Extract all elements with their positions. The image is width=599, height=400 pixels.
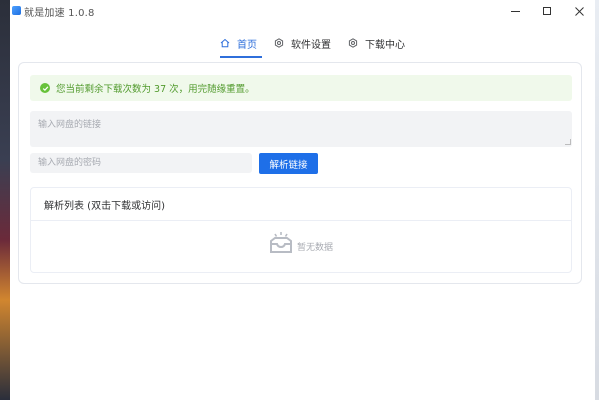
list-title: 解析列表 (双击下载或访问) bbox=[31, 188, 571, 221]
tab-downloads[interactable]: 下载中心 bbox=[348, 28, 405, 58]
empty-text: 暂无数据 bbox=[297, 242, 334, 253]
close-icon bbox=[574, 6, 584, 16]
home-icon bbox=[220, 38, 230, 48]
close-button[interactable] bbox=[563, 0, 595, 22]
tab-home-label: 首页 bbox=[237, 39, 257, 51]
tab-settings-label: 软件设置 bbox=[291, 39, 331, 51]
desktop-background bbox=[0, 0, 10, 400]
tab-downloads-label: 下载中心 bbox=[365, 39, 405, 51]
alert-text: 您当前剩余下载次数为 37 次，用完随缘重置。 bbox=[56, 84, 255, 95]
title-bar[interactable]: 就是加速 1.0.8 bbox=[10, 0, 595, 22]
app-logo-icon bbox=[12, 6, 21, 15]
empty-state: 暂无数据 bbox=[267, 231, 333, 255]
nav-tabs: 首页 软件设置 下载中心 bbox=[10, 28, 595, 60]
maximize-button[interactable] bbox=[531, 0, 563, 22]
minimize-icon bbox=[510, 10, 520, 12]
minimize-button[interactable] bbox=[499, 0, 531, 22]
empty-inbox-icon bbox=[267, 231, 295, 255]
app-window: 就是加速 1.0.8 首页 软件设置 下载中心 您当前剩余下载次数为 37 次，… bbox=[10, 0, 595, 400]
maximize-icon bbox=[543, 7, 551, 15]
check-circle-icon bbox=[40, 83, 50, 93]
main-card: 您当前剩余下载次数为 37 次，用完随缘重置。 解析链接 解析列表 (双击下载或… bbox=[18, 62, 582, 284]
desktop-background-right bbox=[595, 0, 599, 400]
parse-link-button[interactable]: 解析链接 bbox=[259, 153, 318, 174]
active-tab-indicator bbox=[220, 56, 262, 58]
download-quota-alert: 您当前剩余下载次数为 37 次，用完随缘重置。 bbox=[30, 75, 572, 101]
share-password-input[interactable] bbox=[30, 153, 252, 173]
tab-home[interactable]: 首页 bbox=[220, 28, 257, 58]
tab-settings[interactable]: 软件设置 bbox=[274, 28, 331, 58]
share-link-input[interactable] bbox=[30, 111, 572, 147]
parse-result-list: 解析列表 (双击下载或访问) 暂无数据 bbox=[30, 187, 572, 273]
gear-icon bbox=[274, 38, 284, 48]
resize-handle[interactable] bbox=[565, 139, 571, 145]
window-title: 就是加速 1.0.8 bbox=[24, 8, 95, 19]
gear-icon bbox=[348, 38, 358, 48]
